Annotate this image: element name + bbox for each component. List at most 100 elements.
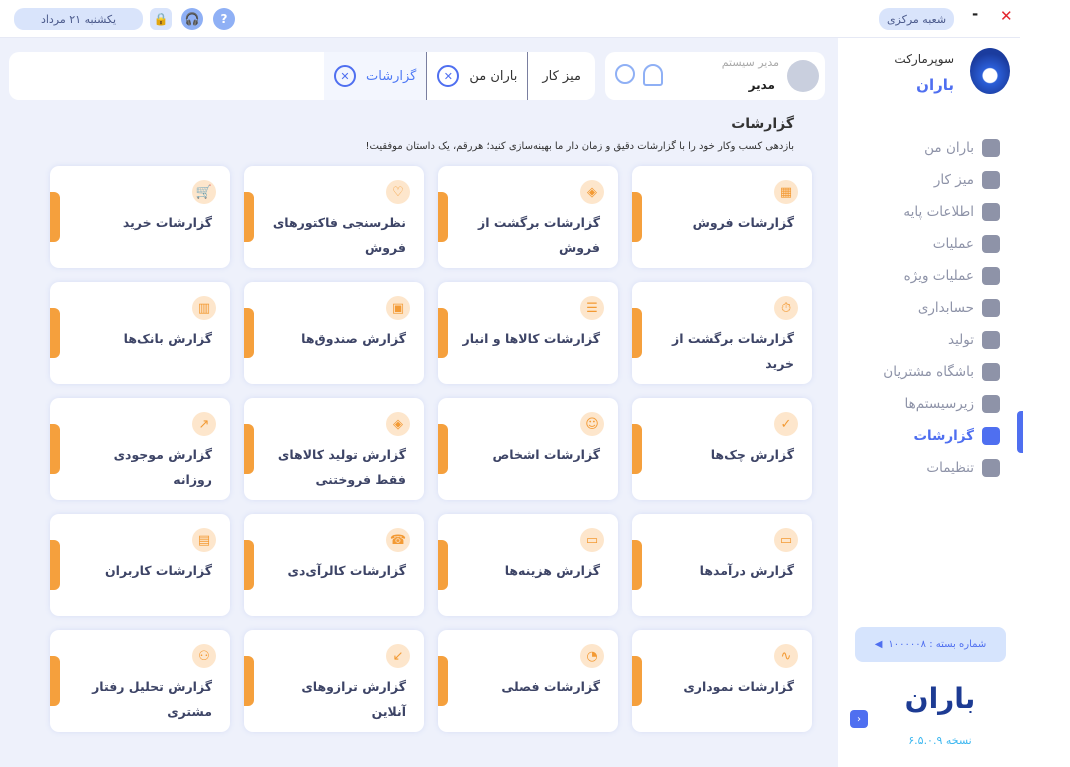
report-card[interactable]: ◔ گزارشات فصلی bbox=[438, 630, 618, 732]
report-card[interactable]: ▤ گزارشات کاربران bbox=[50, 514, 230, 616]
sidebar-item[interactable]: حسابداری bbox=[840, 292, 1000, 324]
package-number[interactable]: شماره بسته : ۱۰۰۰۰۰۸ ◀ bbox=[855, 627, 1006, 662]
sidebar-item-label: زیرسیستم‌ها bbox=[904, 396, 974, 412]
tab-baran-man[interactable]: باران من ✕ bbox=[426, 52, 527, 100]
card-label: گزارشات کاربران bbox=[104, 563, 212, 578]
sidebar-item[interactable]: باران من bbox=[840, 132, 1000, 164]
report-grid: ▦ گزارشات فروش ◈ گزارشات برگشت از فروش ♡ نظرس… bbox=[40, 166, 812, 732]
box-icon: ◈ bbox=[386, 412, 410, 436]
card-accent bbox=[438, 192, 448, 242]
close-tab-icon[interactable]: ✕ bbox=[437, 65, 460, 87]
tab-label: باران من bbox=[469, 68, 518, 84]
card-accent bbox=[244, 192, 254, 242]
report-card[interactable]: ☰ گزارشات کالاها و انبار bbox=[438, 282, 618, 384]
card-accent bbox=[50, 308, 60, 358]
search-icon[interactable] bbox=[615, 64, 635, 84]
report-card[interactable]: 🛒 گزارشات خرید bbox=[50, 166, 230, 268]
store-icon: ▦ bbox=[774, 180, 798, 204]
headset-icon[interactable]: 🎧 bbox=[181, 8, 203, 30]
report-card[interactable]: ◈ گزارش تولید کالاهای فقط فروختنی bbox=[244, 398, 424, 500]
user-role: مدیر سیستم bbox=[721, 56, 779, 69]
card-accent bbox=[244, 308, 254, 358]
card-accent bbox=[244, 424, 254, 474]
expand-sidebar-button[interactable]: › bbox=[850, 710, 868, 728]
timer-icon: ⏱ bbox=[774, 296, 798, 320]
chart-icon: ∿ bbox=[774, 644, 798, 668]
sidebar-item[interactable]: زیرسیستم‌ها bbox=[840, 388, 1000, 420]
card-label: گزارشات کالاها و انبار bbox=[462, 331, 601, 346]
report-card[interactable]: ▥ گزارش بانک‌ها bbox=[50, 282, 230, 384]
nav-icon bbox=[982, 299, 1000, 317]
report-card[interactable]: ▭ گزارش هزینه‌ها bbox=[438, 514, 618, 616]
sidebar-item[interactable]: عملیات ویژه bbox=[840, 260, 1000, 292]
brand-logo bbox=[970, 48, 1010, 94]
card-icon: ▭ bbox=[580, 528, 604, 552]
sidebar-item[interactable]: میز کار bbox=[840, 164, 1000, 196]
sidebar-item[interactable]: باشگاه مشتریان bbox=[840, 356, 1000, 388]
nav-icon bbox=[982, 203, 1000, 221]
bank-icon: ▥ bbox=[192, 296, 216, 320]
close-button[interactable]: ✕ bbox=[1000, 7, 1013, 25]
help-icon[interactable]: ? bbox=[213, 8, 235, 30]
report-card[interactable]: ☺ گزارشات اشخاص bbox=[438, 398, 618, 500]
card-label: گزارشات نموداری bbox=[683, 679, 794, 694]
report-card[interactable]: ◈ گزارشات برگشت از فروش bbox=[438, 166, 618, 268]
tab-desk[interactable]: میز کار bbox=[527, 52, 595, 100]
report-card[interactable]: ▣ گزارش صندوق‌ها bbox=[244, 282, 424, 384]
avatar[interactable] bbox=[787, 60, 819, 92]
card-accent bbox=[50, 656, 60, 706]
nav-icon bbox=[982, 331, 1000, 349]
nav-icon bbox=[982, 267, 1000, 285]
card-label: گزارشات خرید bbox=[122, 215, 212, 230]
cart-icon: 🛒 bbox=[192, 180, 216, 204]
sidebar-item[interactable]: اطلاعات پایه bbox=[840, 196, 1000, 228]
sidebar-item-label: میز کار bbox=[933, 172, 974, 188]
card-accent bbox=[632, 656, 642, 706]
close-tab-icon[interactable]: ✕ bbox=[334, 65, 357, 87]
nav-icon bbox=[982, 395, 1000, 413]
sidebar-item-label: حسابداری bbox=[917, 300, 974, 316]
nav-icon bbox=[982, 427, 1000, 445]
users-icon: ⚇ bbox=[192, 644, 216, 668]
sidebar-item[interactable]: تنظیمات bbox=[840, 452, 1000, 484]
card-label: گزارش بانک‌ها bbox=[123, 331, 212, 346]
card-accent bbox=[438, 656, 448, 706]
card-accent bbox=[244, 656, 254, 706]
sidebar-item-label: گزارشات bbox=[913, 428, 974, 444]
box-icon: ◈ bbox=[580, 180, 604, 204]
sidebar-item[interactable]: تولید bbox=[840, 324, 1000, 356]
card-label: گزارش تولید کالاهای فقط فروختنی bbox=[277, 447, 406, 487]
report-card[interactable]: ⚇ گزارش تحلیل رفتار مشتری bbox=[50, 630, 230, 732]
version-label: نسخه ۶.۵.۰.۹ bbox=[908, 734, 972, 747]
sidebar-item[interactable]: عملیات bbox=[840, 228, 1000, 260]
top-bar: ✕ - شعبه مرکزی یکشنبه ۲۱ مرداد 🔒 🎧 ? bbox=[0, 0, 1020, 38]
report-card[interactable]: ∿ گزارشات نموداری bbox=[632, 630, 812, 732]
minimize-button[interactable]: - bbox=[972, 5, 978, 23]
sidebar-item-label: باشگاه مشتریان bbox=[883, 364, 974, 380]
card-label: گزارش صندوق‌ها bbox=[301, 331, 406, 346]
lock-icon[interactable]: 🔒 bbox=[150, 8, 172, 30]
bell-icon[interactable] bbox=[643, 64, 663, 86]
report-card[interactable]: ⏱ گزارشات برگشت از خرید bbox=[632, 282, 812, 384]
tab-reports[interactable]: گزارشات ✕ bbox=[324, 52, 427, 100]
card-accent bbox=[50, 424, 60, 474]
report-card[interactable]: ✓ گزارش چک‌ها bbox=[632, 398, 812, 500]
report-card[interactable]: ↙ گزارش ترازوهای آنلاین bbox=[244, 630, 424, 732]
date-display: یکشنبه ۲۱ مرداد bbox=[14, 8, 143, 30]
cashbox-icon: ▣ bbox=[386, 296, 410, 320]
report-card[interactable]: ↗ گزارش موجودی روزانه bbox=[50, 398, 230, 500]
user-panel: مدیر سیستم مدیر bbox=[605, 52, 825, 100]
report-card[interactable]: ☎ گزارشات کالرآی‌دی bbox=[244, 514, 424, 616]
sidebar-item-label: تولید bbox=[947, 332, 974, 348]
report-card[interactable]: ▭ گزارش درآمدها bbox=[632, 514, 812, 616]
tab-label: گزارشات bbox=[366, 68, 417, 84]
sidebar-item[interactable]: گزارشات bbox=[840, 420, 1000, 452]
branch-button[interactable]: شعبه مرکزی bbox=[879, 8, 954, 30]
sidebar-item-label: عملیات ویژه bbox=[903, 268, 974, 284]
card-accent bbox=[632, 192, 642, 242]
report-card[interactable]: ▦ گزارشات فروش bbox=[632, 166, 812, 268]
card-label: گزارش موجودی روزانه bbox=[113, 447, 212, 487]
id-card-icon: ▤ bbox=[192, 528, 216, 552]
report-card[interactable]: ♡ نظرسنجی فاکتورهای فروش bbox=[244, 166, 424, 268]
card-label: گزارش هزینه‌ها bbox=[504, 563, 600, 578]
